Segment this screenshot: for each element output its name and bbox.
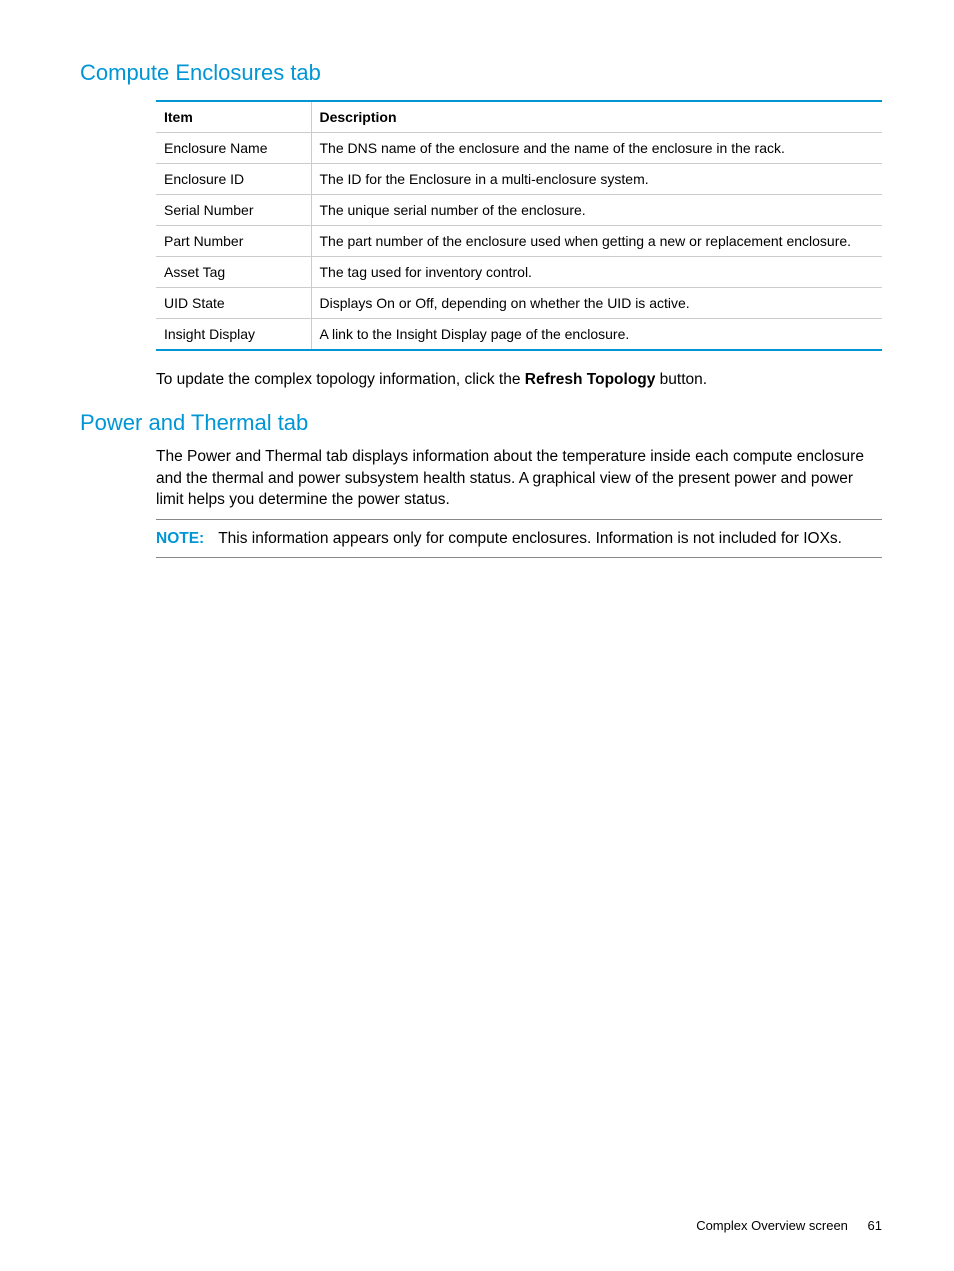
- footer-text: Complex Overview screen: [696, 1218, 848, 1233]
- table-cell-desc: The part number of the enclosure used wh…: [311, 226, 882, 257]
- page-footer: Complex Overview screen 61: [696, 1218, 882, 1233]
- table-cell-item: Enclosure Name: [156, 133, 311, 164]
- heading-power-thermal-tab: Power and Thermal tab: [80, 410, 882, 436]
- table-row: Part Number The part number of the enclo…: [156, 226, 882, 257]
- table-cell-item: Serial Number: [156, 195, 311, 226]
- table-cell-desc: The DNS name of the enclosure and the na…: [311, 133, 882, 164]
- table-cell-desc: The unique serial number of the enclosur…: [311, 195, 882, 226]
- topology-update-text: To update the complex topology informati…: [156, 369, 882, 390]
- text-segment: button.: [655, 371, 707, 388]
- note-text: This information appears only for comput…: [218, 530, 842, 547]
- table-cell-desc: The tag used for inventory control.: [311, 257, 882, 288]
- table-cell-item: Enclosure ID: [156, 164, 311, 195]
- table-header-item: Item: [156, 101, 311, 133]
- power-thermal-description: The Power and Thermal tab displays infor…: [156, 446, 882, 510]
- table-row: Enclosure Name The DNS name of the enclo…: [156, 133, 882, 164]
- text-segment: To update the complex topology informati…: [156, 371, 525, 388]
- table-cell-desc: The ID for the Enclosure in a multi-encl…: [311, 164, 882, 195]
- note-label: NOTE:: [156, 530, 204, 547]
- table-header-description: Description: [311, 101, 882, 133]
- table-row: Insight Display A link to the Insight Di…: [156, 319, 882, 351]
- enclosure-table: Item Description Enclosure Name The DNS …: [156, 100, 882, 351]
- table-cell-desc: A link to the Insight Display page of th…: [311, 319, 882, 351]
- table-cell-item: UID State: [156, 288, 311, 319]
- table-row: Serial Number The unique serial number o…: [156, 195, 882, 226]
- page-number: 61: [868, 1218, 882, 1233]
- heading-compute-enclosures-tab: Compute Enclosures tab: [80, 60, 882, 86]
- refresh-topology-bold: Refresh Topology: [525, 371, 656, 388]
- table-cell-item: Asset Tag: [156, 257, 311, 288]
- table-cell-item: Part Number: [156, 226, 311, 257]
- table-cell-item: Insight Display: [156, 319, 311, 351]
- table-cell-desc: Displays On or Off, depending on whether…: [311, 288, 882, 319]
- table-row: UID State Displays On or Off, depending …: [156, 288, 882, 319]
- table-row: Enclosure ID The ID for the Enclosure in…: [156, 164, 882, 195]
- table-row: Asset Tag The tag used for inventory con…: [156, 257, 882, 288]
- note-block: NOTE: This information appears only for c…: [156, 519, 882, 558]
